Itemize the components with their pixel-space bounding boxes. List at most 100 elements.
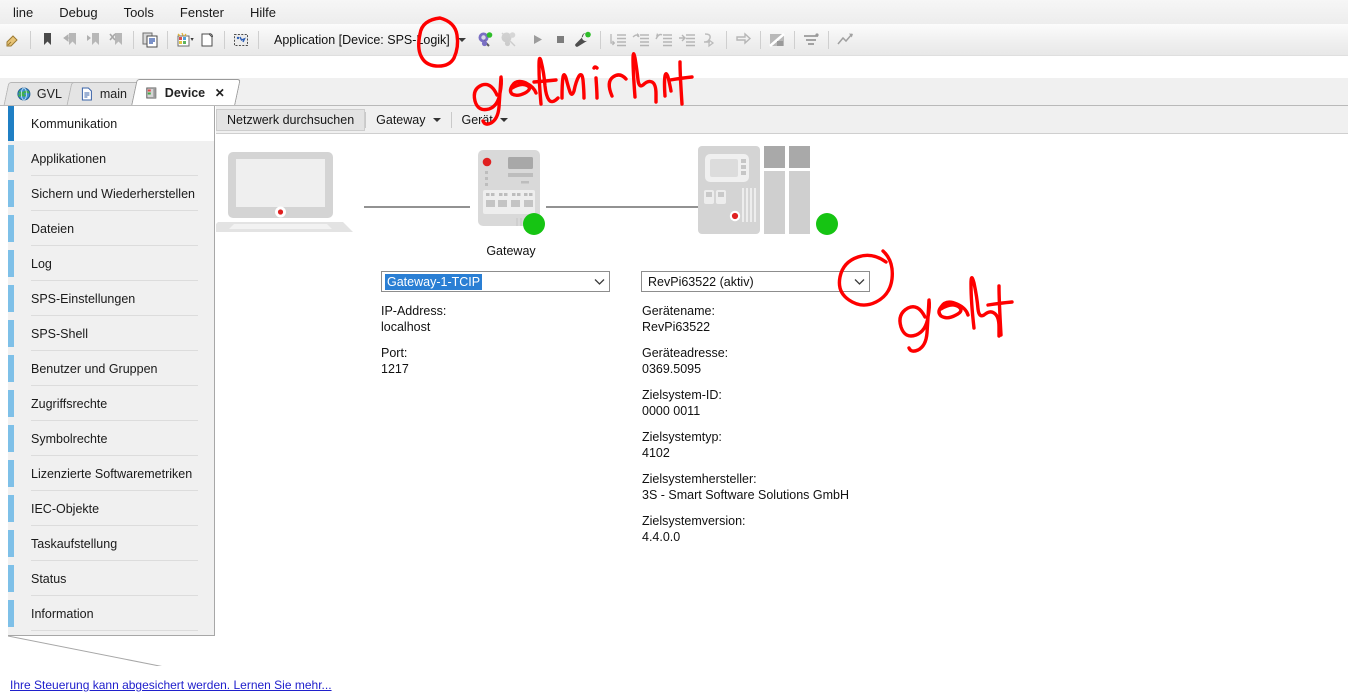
toolbar-separator [30,30,31,49]
selection-indicator [8,355,14,382]
sidebar-item-sps-shell[interactable]: SPS-Shell [8,316,214,351]
set-next-statement-icon[interactable] [698,28,721,51]
selection-indicator [8,285,14,312]
menu-item-fenster[interactable]: Fenster [167,3,237,22]
new-window-icon[interactable] [196,28,219,51]
sidebar-item-applikationen[interactable]: Applikationen [8,141,214,176]
info-field-label: Gerätename: [642,304,715,318]
menu-label: Fenster [179,4,224,20]
sidebar-item-benutzer-und-gruppen[interactable]: Benutzer und Gruppen [8,351,214,386]
sidebar-item-label: Log [31,256,52,271]
application-device-selector[interactable]: Application [Device: SPS-Logik] [268,29,468,51]
sidebar-item-dateien[interactable]: Dateien [8,211,214,246]
security-info-link[interactable]: Ihre Steuerung kann abgesichert werden. … [10,678,332,692]
toolbar-separator [224,30,225,49]
gateway-selector-value: Gateway-1-TCIP [385,273,483,290]
toolbar-separator [133,30,134,49]
toolbar-separator [725,30,727,49]
codesys-device-window: line Debug Tools Fenster Hilfe Applicati… [0,0,1348,699]
plc-device-icon[interactable] [696,144,816,240]
sidebar-item-log[interactable]: Log [8,246,214,281]
local-pc-icon[interactable] [208,148,376,238]
menu-label: line [13,4,34,20]
tab-label: GVL [36,87,62,101]
menu-item-online[interactable]: line [0,3,46,22]
login-icon[interactable] [474,28,497,51]
gateway-menu-button[interactable]: Gateway [366,108,451,131]
selection-indicator [8,460,14,487]
logout-icon[interactable] [497,28,520,51]
info-field-label: Zielsystem-ID: [642,388,722,402]
paste-special-icon[interactable] [2,28,25,51]
run-to-cursor-icon[interactable] [675,28,698,51]
debug-tools-icon[interactable] [572,28,595,51]
sidebar-item-label: IEC-Objekte [31,501,100,516]
selection-indicator [8,215,14,242]
info-field-label: Geräteadresse: [642,346,729,360]
step-over-icon[interactable] [606,28,629,51]
next-bookmark-icon[interactable] [82,28,105,51]
toggle-breakpoint-icon[interactable] [766,28,789,51]
network-diagram: Gateway Gateway-1-TCIP IP-Address: local… [208,134,1348,699]
sidebar-item-label: Lizenzierte Softwaremetriken [31,466,193,481]
category-list: Kommunikation Applikationen Sichern und Wi… [8,106,215,636]
communication-toolbar: Netzwerk durchsuchen Gateway Gerät [216,106,1348,134]
chevron-down-icon [457,37,466,42]
stop-icon[interactable] [549,28,572,51]
sidebar-item-zugriffsrechte[interactable]: Zugriffsrechte [8,386,214,421]
bookmark-icon[interactable] [36,28,59,51]
gateway-info-list: IP-Address: localhost Port: 1217 [381,304,611,377]
info-field-value: 4102 [642,445,670,460]
build-icon[interactable] [173,28,196,51]
device-category-sidebar: Kommunikation Applikationen Sichern und Wi… [0,106,215,666]
sidebar-item-information[interactable]: Information [8,596,214,631]
sidebar-item-iec-objekte[interactable]: IEC-Objekte [8,491,214,526]
start-icon[interactable] [526,28,549,51]
sidebar-item-sichern-und-wiederherstellen[interactable]: Sichern und Wiederherstellen [8,176,214,211]
step-into-icon[interactable] [629,28,652,51]
clear-bookmarks-icon[interactable] [105,28,128,51]
gateway-selector[interactable]: Gateway-1-TCIP [381,271,610,292]
chevron-down-icon[interactable] [850,272,869,291]
info-field-value: 0000 0011 [642,403,701,418]
sidebar-item-label: SPS-Einstellungen [31,291,136,306]
chevron-down-icon[interactable] [590,272,609,291]
toolbar-separator [599,30,601,49]
copy-icon[interactable] [139,28,162,51]
selection-indicator [8,180,14,207]
menu-item-debug[interactable]: Debug [46,3,110,22]
sidebar-item-kommunikation[interactable]: Kommunikation [8,106,214,141]
show-next-statement-icon[interactable] [732,28,755,51]
write-values-icon[interactable] [834,28,857,51]
close-icon[interactable]: ✕ [215,86,225,100]
menu-item-hilfe[interactable]: Hilfe [237,3,289,22]
sidebar-item-label: Sichern und Wiederherstellen [31,186,195,201]
sidebar-item-label: Benutzer und Gruppen [31,361,158,376]
sidebar-item-status[interactable]: Status [8,561,214,596]
scan-network-button[interactable]: Netzwerk durchsuchen [216,108,366,131]
info-field-label: Port: [381,346,408,360]
sidebar-item-sps-einstellungen[interactable]: SPS-Einstellungen [8,281,214,316]
device-info-list: Gerätename: RevPi63522 Geräteadresse: 0369.… [642,304,972,545]
sidebar-item-label: Zugriffsrechte [31,396,108,411]
device-selector[interactable]: RevPi63522 (aktiv) [641,271,870,292]
toolbar-separator [827,30,829,49]
display-mode-icon[interactable] [230,28,253,51]
device-menu-button[interactable]: Gerät [451,108,518,131]
sidebar-item-symbolrechte[interactable]: Symbolrechte [8,421,214,456]
sidebar-item-label: Dateien [31,221,75,236]
device-menu-label: Gerät [461,112,493,127]
tab-device[interactable]: Device ✕ [131,79,242,105]
device-selector-value: RevPi63522 (aktiv) [648,274,754,289]
sidebar-item-lizenzierte-softwaremetriken[interactable]: Lizenzierte Softwaremetriken [8,456,214,491]
info-field-label: Zielsystemtyp: [642,430,722,444]
sidebar-item-label: Applikationen [31,151,107,166]
step-out-icon[interactable] [652,28,675,51]
menu-item-tools[interactable]: Tools [111,3,167,22]
chevron-down-icon [432,117,441,122]
previous-bookmark-icon[interactable] [59,28,82,51]
device-editor-content: Kommunikation Applikationen Sichern und Wi… [0,106,1348,699]
breakpoints-icon[interactable] [800,28,823,51]
info-field-value: 0369.5095 [642,361,702,376]
sidebar-item-taskaufstellung[interactable]: Taskaufstellung [8,526,214,561]
